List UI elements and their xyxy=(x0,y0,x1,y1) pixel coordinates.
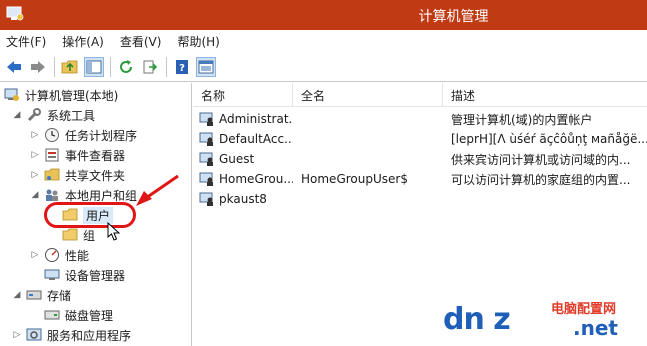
watermark-cn: 电脑配置网 xyxy=(551,302,617,317)
table-row[interactable]: Administrat... 管理计算机(域)的内置帐户 xyxy=(193,109,647,129)
user-name: Guest xyxy=(219,152,255,166)
annotation-highlight-ring xyxy=(44,202,136,228)
watermark-main: dn z xyxy=(443,302,511,337)
tree-item-label: 系统工具 xyxy=(47,108,96,123)
export-list-icon[interactable] xyxy=(140,57,160,77)
tree-item-computer-management[interactable]: 计算机管理(本地) xyxy=(4,85,118,105)
tree-item-event-viewer[interactable]: ▷ 事件查看器 xyxy=(30,145,125,165)
expand-icon[interactable]: ▷ xyxy=(30,250,40,260)
tools-icon xyxy=(27,108,41,122)
back-arrow-icon[interactable] xyxy=(4,57,24,77)
tree-item-storage[interactable]: ◢ 存储 xyxy=(12,285,71,305)
collapse-icon[interactable]: ◢ xyxy=(12,110,22,120)
user-fullname: HomeGroupUser$ xyxy=(301,172,408,186)
collapse-icon[interactable]: ◢ xyxy=(12,290,22,300)
user-name: DefaultAcc... xyxy=(219,132,293,146)
user-icon xyxy=(199,192,213,206)
tree-item-label: 设备管理器 xyxy=(65,268,126,283)
tree-item-shared-folders[interactable]: ▷ 共享文件夹 xyxy=(30,165,125,185)
user-description: 供来宾访问计算机或访问域的内... xyxy=(451,152,631,167)
menu-bar: 文件(F) 操作(A) 查看(V) 帮助(H) xyxy=(0,30,647,52)
tree-item-label: 组 xyxy=(83,228,96,243)
user-icon xyxy=(199,172,213,186)
user-description: 可以访问计算机的家庭组的内置... xyxy=(451,172,631,187)
watermark-net: .net xyxy=(573,316,618,340)
tree-item-system-tools[interactable]: ◢ 系统工具 xyxy=(12,105,95,125)
expand-icon[interactable]: ▷ xyxy=(12,330,22,340)
tree-item-task-scheduler[interactable]: ▷ 任务计划程序 xyxy=(30,125,137,145)
table-row[interactable]: Guest 供来宾访问计算机或访问域的内... xyxy=(193,149,647,169)
up-folder-icon[interactable] xyxy=(60,57,80,77)
mouse-cursor-icon xyxy=(107,222,121,241)
tree-item-performance[interactable]: ▷ 性能 xyxy=(30,245,89,265)
tree-item-label: 任务计划程序 xyxy=(65,128,138,143)
shared-folder-icon xyxy=(44,168,60,181)
user-name: HomeGrou... xyxy=(219,172,293,186)
tree-item-disk-management[interactable]: 磁盘管理 xyxy=(44,305,113,325)
disk-icon xyxy=(44,310,60,320)
column-header-name[interactable]: 名称 xyxy=(193,83,293,107)
menu-file[interactable]: 文件(F) xyxy=(6,33,46,50)
folder-icon xyxy=(62,228,78,241)
tree-item-label: 事件查看器 xyxy=(65,148,126,163)
list-header: 名称 全名 描述 xyxy=(193,83,647,107)
tree-item-label: 磁盘管理 xyxy=(65,308,114,323)
toolbar-separator xyxy=(166,56,167,77)
event-viewer-icon xyxy=(45,148,59,162)
user-description: [leprH][Λ ùśéŕ ãçĉôůņţ маñåğë... xyxy=(451,132,647,146)
properties-icon[interactable] xyxy=(196,56,216,77)
device-manager-icon xyxy=(44,269,60,280)
toolbar: ? xyxy=(0,52,647,82)
user-icon xyxy=(199,152,213,166)
clock-icon xyxy=(45,128,59,142)
storage-icon xyxy=(26,290,42,300)
forward-arrow-icon[interactable] xyxy=(28,57,48,77)
toolbar-separator xyxy=(54,56,55,77)
help-icon[interactable]: ? xyxy=(172,57,192,77)
tree-item-label: 存储 xyxy=(47,288,72,303)
collapse-icon[interactable]: ◢ xyxy=(30,190,40,200)
expand-icon[interactable]: ▷ xyxy=(30,150,40,160)
title-bar: 计算机管理 xyxy=(0,0,647,30)
user-name: Administrat... xyxy=(219,112,293,126)
toolbar-separator xyxy=(110,56,111,77)
table-row[interactable]: pkaust8 xyxy=(193,189,647,209)
tree-item-label: 计算机管理(本地) xyxy=(25,88,119,103)
watermark-logo: dn z 电脑配置网 .net xyxy=(443,296,643,342)
services-icon xyxy=(26,328,42,341)
tree-item-services-apps[interactable]: ▷ 服务和应用程序 xyxy=(12,325,131,345)
window-title: 计算机管理 xyxy=(418,9,489,25)
refresh-icon[interactable] xyxy=(116,57,136,77)
column-header-description[interactable]: 描述 xyxy=(443,83,647,107)
user-icon xyxy=(199,132,213,146)
column-header-fullname[interactable]: 全名 xyxy=(293,83,443,107)
performance-icon xyxy=(45,248,59,262)
menu-action[interactable]: 操作(A) xyxy=(62,33,104,50)
menu-view[interactable]: 查看(V) xyxy=(120,33,162,50)
tree-item-device-manager[interactable]: 设备管理器 xyxy=(44,265,125,285)
tree-item-label: 共享文件夹 xyxy=(65,168,126,183)
expand-icon[interactable]: ▷ xyxy=(30,130,40,140)
table-row[interactable]: DefaultAcc... [leprH][Λ ùśéŕ ãçĉôůņţ маñ… xyxy=(193,129,647,149)
expand-icon[interactable]: ▷ xyxy=(30,170,40,180)
user-description: 管理计算机(域)的内置帐户 xyxy=(451,112,593,127)
svg-text:?: ? xyxy=(179,63,185,74)
users-group-icon xyxy=(46,189,58,201)
tree-item-label: 服务和应用程序 xyxy=(47,328,132,343)
show-hide-tree-icon[interactable] xyxy=(84,56,104,77)
tree-item-label: 本地用户和组 xyxy=(65,188,138,203)
tree-item-label: 性能 xyxy=(65,248,90,263)
user-name: pkaust8 xyxy=(219,192,267,206)
user-icon xyxy=(199,112,213,126)
tree-item-groups[interactable]: 组 xyxy=(62,225,95,245)
menu-help[interactable]: 帮助(H) xyxy=(177,33,219,50)
table-row[interactable]: HomeGrou... HomeGroupUser$ 可以访问计算机的家庭组的内… xyxy=(193,169,647,189)
computer-management-icon xyxy=(4,88,19,101)
